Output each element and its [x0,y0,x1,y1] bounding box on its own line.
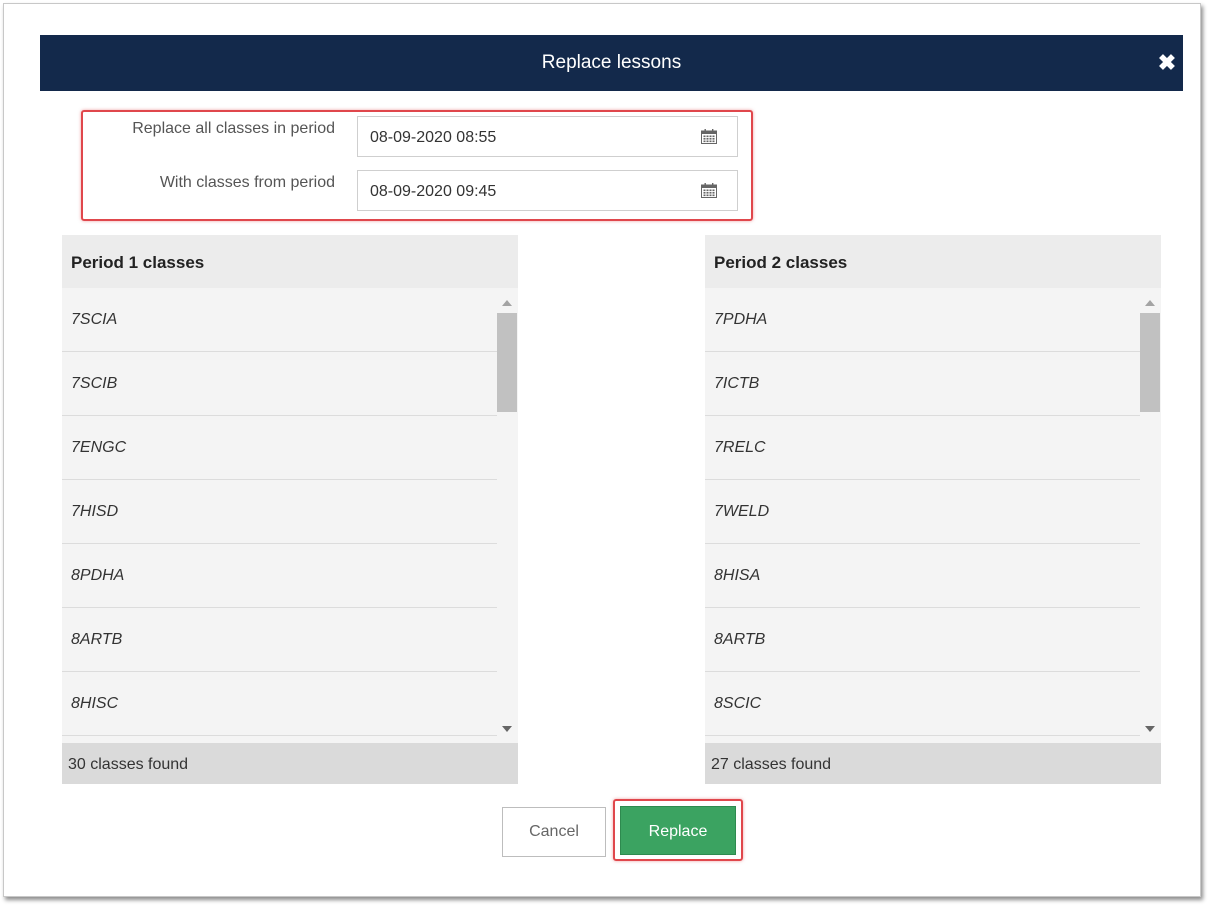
close-icon[interactable]: ✖ [1155,35,1179,91]
list-item[interactable]: 7WELD [705,480,1140,544]
scroll-down-arrow-icon[interactable] [1145,726,1155,732]
replace-period-label: Replace all classes in period [132,120,335,137]
list-item[interactable]: 7PDHA [705,288,1140,352]
replace-button[interactable]: Replace [620,806,736,855]
period2-list[interactable]: 7PDHA 7ICTB 7RELC 7WELD 8HISA 8ARTB 8SCI… [705,288,1140,743]
scroll-thumb[interactable] [1140,313,1160,412]
list-item-label: 7WELD [714,503,770,520]
replace-period-input[interactable]: 08-09-2020 08:55 [357,116,738,157]
dialog-header: Replace lessons ✖ [40,35,1183,91]
dialog-title: Replace lessons [541,52,682,73]
list-item[interactable]: 8ARTB [705,608,1140,672]
period1-header: Period 1 classes [62,235,518,288]
list-item-label: 7ENGC [71,439,127,456]
list-item[interactable]: 8ARTB [62,608,497,672]
with-period-input[interactable]: 08-09-2020 09:45 [357,170,738,211]
list-item[interactable]: 8HISC [62,672,497,736]
list-item[interactable]: 7SCIB [62,352,497,416]
period1-panel: Period 1 classes 7SCIA 7SCIB 7ENGC 7HISD… [62,235,518,784]
with-period-label: With classes from period [159,174,335,191]
calendar-icon[interactable] [701,183,717,198]
period2-title: Period 2 classes [714,253,848,272]
list-item-label: 7RELC [714,439,766,456]
scroll-thumb[interactable] [497,313,517,412]
list-item-label: 7PDHA [714,311,768,328]
list-item[interactable]: 7RELC [705,416,1140,480]
list-item-label: 7SCIB [71,375,118,392]
list-item-label: 8HISA [714,567,761,584]
list-item[interactable]: 7ICTB [705,352,1140,416]
period2-panel: Period 2 classes 7PDHA 7ICTB 7RELC 7WELD… [705,235,1161,784]
period1-count: 30 classes found [68,756,189,773]
period1-list[interactable]: 7SCIA 7SCIB 7ENGC 7HISD 8PDHA 8ARTB 8HIS… [62,288,497,743]
list-item-label: 7ICTB [714,375,760,392]
list-item[interactable]: 8HISA [705,544,1140,608]
period2-count: 27 classes found [711,756,832,773]
scroll-up-arrow-icon[interactable] [1145,300,1155,306]
period1-footer: 30 classes found [62,743,518,784]
replace-period-value: 08-09-2020 08:55 [370,129,497,146]
list-item-label: 8HISC [71,695,119,712]
list-item[interactable]: 7ENGC [62,416,497,480]
scroll-down-arrow-icon[interactable] [502,726,512,732]
list-item-label: 7HISD [71,503,119,520]
list-item-label: 8ARTB [71,631,123,648]
list-item-label: 8ARTB [714,631,766,648]
list-item[interactable]: 8PDHA [62,544,497,608]
period1-scrollbar[interactable] [497,288,517,743]
period2-header: Period 2 classes [705,235,1161,288]
list-item-label: 8PDHA [71,567,125,584]
list-item[interactable]: 7SCIA [62,288,497,352]
with-period-value: 08-09-2020 09:45 [370,183,497,200]
list-item-label: 7SCIA [71,311,118,328]
list-item-label: 8SCIC [714,695,762,712]
list-item[interactable]: 8SCIC [705,672,1140,736]
period2-scrollbar[interactable] [1140,288,1160,743]
period2-footer: 27 classes found [705,743,1161,784]
scroll-up-arrow-icon[interactable] [502,300,512,306]
list-item[interactable]: 7HISD [62,480,497,544]
calendar-icon[interactable] [701,129,717,144]
cancel-button[interactable]: Cancel [502,807,606,857]
period1-title: Period 1 classes [71,253,205,272]
